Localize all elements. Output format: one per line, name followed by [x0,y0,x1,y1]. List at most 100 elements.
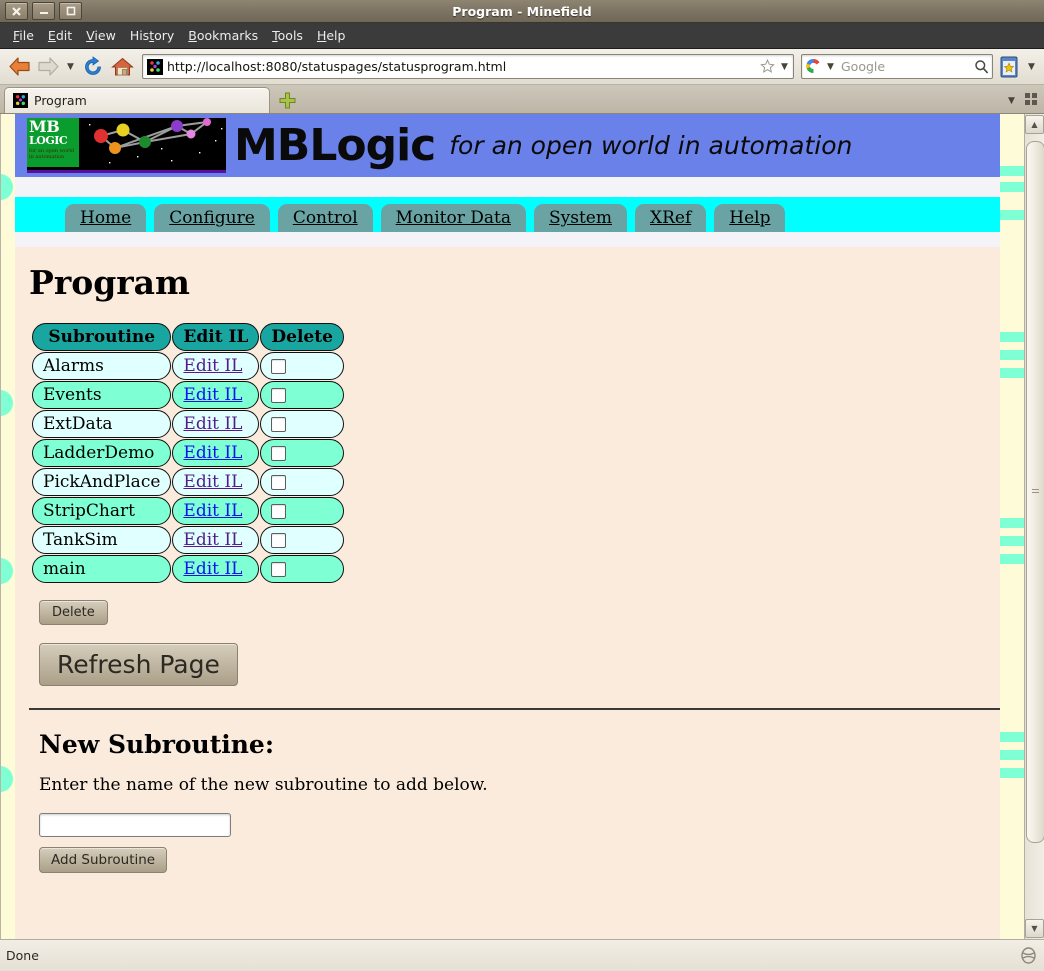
browser-window: Program - Minefield File Edit View Histo… [0,0,1044,971]
scroll-up-button[interactable]: ▲ [1025,115,1044,134]
edit-il-link[interactable]: Edit IL [183,443,242,463]
page-body: Program Subroutine Edit IL Delete Alarms [15,263,1000,873]
table-row: main Edit IL [32,555,344,583]
nav-label: Home [80,208,132,228]
minimize-window-button[interactable] [32,2,55,20]
edit-il-link[interactable]: Edit IL [183,385,242,405]
new-subroutine-input[interactable] [39,813,231,837]
maximize-window-button[interactable] [59,2,82,20]
edit-il-link[interactable]: Edit IL [183,530,242,550]
google-icon[interactable] [805,58,823,75]
nav-item-monitor-data[interactable]: Monitor Data [380,204,526,232]
site-title: MBLogic [234,119,436,171]
bookmarks-dropdown-icon[interactable]: ▼ [1025,54,1038,80]
nav-item-home[interactable]: Home [65,204,147,232]
cell-delete [260,352,344,380]
site-banner: MB LOGIC for an open world in automation [15,114,1000,177]
home-icon[interactable] [109,54,135,80]
edit-il-link[interactable]: Edit IL [183,414,242,434]
table-row: TankSim Edit IL [32,526,344,554]
nav-item-configure[interactable]: Configure [154,204,270,232]
delete-button[interactable]: Delete [39,600,108,625]
menu-tools[interactable]: Tools [265,25,310,46]
search-box[interactable]: ▼ Google [801,54,993,79]
subroutine-table: Subroutine Edit IL Delete Alarms Edit IL [31,322,345,584]
history-dropdown-icon[interactable]: ▼ [64,54,77,80]
cell-edit-il: Edit IL [172,439,260,467]
logo-line2: LOGIC [29,134,68,147]
resize-grip-icon[interactable] [1020,946,1038,965]
search-input[interactable]: Google [837,59,970,74]
logo-line1: MB [29,117,60,136]
url-dropdown-icon[interactable]: ▼ [778,54,791,80]
new-tab-button[interactable] [270,88,304,113]
tab-program[interactable]: Program [4,87,270,113]
close-window-button[interactable] [5,2,28,20]
mblogic-favicon [13,93,28,108]
nav-item-control[interactable]: Control [277,204,373,232]
edit-il-link[interactable]: Edit IL [183,472,242,492]
menu-help[interactable]: Help [310,25,353,46]
column-header-delete: Delete [260,323,344,351]
tab-strip: Program ▼ [0,85,1044,114]
scroll-down-button[interactable]: ▼ [1025,919,1044,938]
delete-checkbox[interactable] [271,475,287,490]
edit-il-link[interactable]: Edit IL [183,501,242,521]
cell-edit-il: Edit IL [172,381,260,409]
search-engine-dropdown-icon[interactable]: ▼ [824,54,837,80]
cell-edit-il: Edit IL [172,526,260,554]
menu-file[interactable]: File [6,25,41,46]
vertical-scrollbar[interactable]: ▲ ▼ [1024,114,1044,939]
menu-view[interactable]: View [79,25,123,46]
reload-icon[interactable] [80,54,106,80]
nav-item-help[interactable]: Help [714,204,786,232]
delete-checkbox[interactable] [271,504,287,519]
bookmark-star-icon[interactable] [760,58,776,75]
nav-label: XRef [650,208,692,228]
site-tagline: for an open world in automation [449,131,853,160]
nav-item-system[interactable]: System [534,204,627,232]
delete-checkbox[interactable] [271,359,287,374]
refresh-page-button[interactable]: Refresh Page [39,643,238,686]
mblogic-favicon [147,58,163,75]
url-bar[interactable]: http://localhost:8080/statuspages/status… [142,54,794,79]
menu-history[interactable]: History [123,25,181,46]
cell-subroutine-name: Events [32,381,172,409]
nav-label: Help [729,208,771,228]
section-divider [29,708,1000,710]
edit-il-link[interactable]: Edit IL [183,356,242,376]
window-title: Program - Minefield [452,3,592,19]
new-subroutine-instruction: Enter the name of the new subroutine to … [39,775,488,795]
scrollbar-track[interactable] [1026,135,1044,918]
list-all-tabs-icon[interactable]: ▼ [1005,88,1018,114]
cell-delete [260,526,344,554]
delete-checkbox[interactable] [271,533,287,548]
back-arrow-icon[interactable] [6,54,32,80]
cell-subroutine-name: LadderDemo [32,439,172,467]
table-row: Alarms Edit IL [32,352,344,380]
menu-bookmarks[interactable]: Bookmarks [181,25,265,46]
nav-underbar [15,232,1000,247]
page-content: MB LOGIC for an open world in automation [0,114,1024,939]
cell-edit-il: Edit IL [172,468,260,496]
cell-subroutine-name: ExtData [32,410,172,438]
edit-il-link[interactable]: Edit IL [183,559,242,579]
url-text[interactable]: http://localhost:8080/statuspages/status… [167,59,760,74]
delete-checkbox[interactable] [271,417,287,432]
page-canvas: MB LOGIC for an open world in automation [15,114,1000,939]
cell-edit-il: Edit IL [172,555,260,583]
cell-delete [260,555,344,583]
scrollbar-thumb[interactable] [1026,141,1044,843]
bookmarks-toolbar-icon[interactable] [996,54,1022,80]
delete-checkbox[interactable] [271,388,287,403]
grid-icon[interactable] [1024,92,1038,110]
status-bar: Done [0,939,1044,971]
delete-checkbox[interactable] [271,446,287,461]
delete-checkbox[interactable] [271,562,287,577]
add-subroutine-button[interactable]: Add Subroutine [39,847,168,873]
cell-delete [260,497,344,525]
magnifier-icon[interactable] [970,54,992,80]
menu-edit[interactable]: Edit [41,25,79,46]
nav-item-xref[interactable]: XRef [635,204,707,232]
column-header-edit-il: Edit IL [172,323,260,351]
